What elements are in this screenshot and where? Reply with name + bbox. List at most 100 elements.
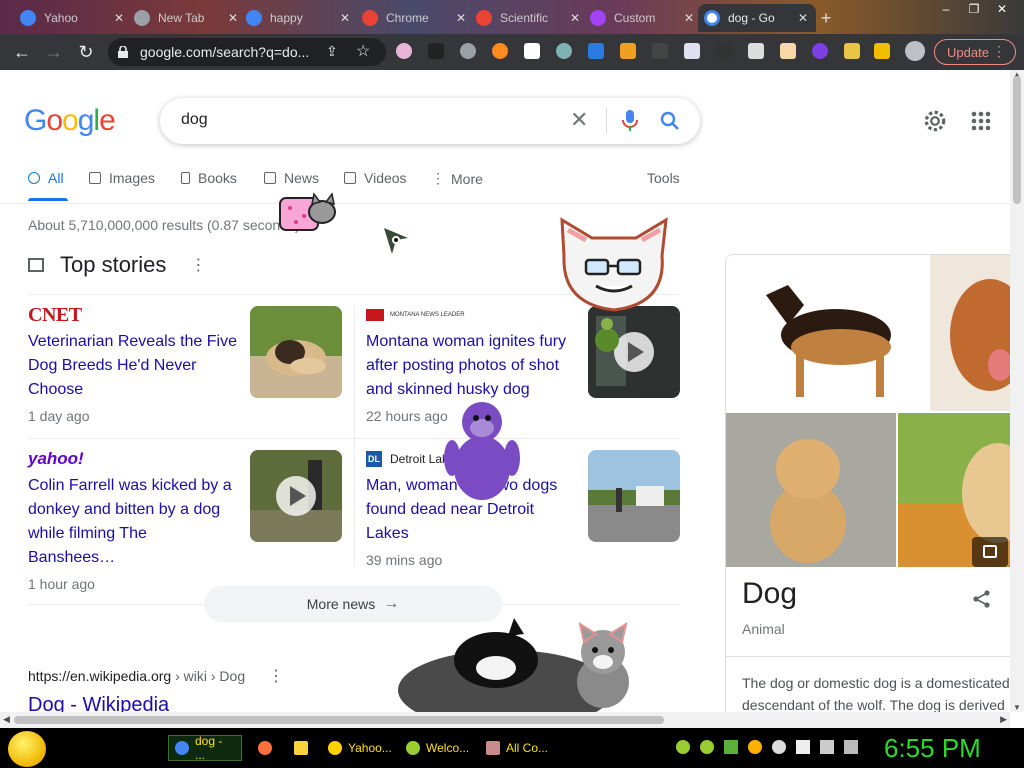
extension-icon[interactable] (460, 43, 476, 59)
story-thumbnail[interactable] (250, 450, 342, 542)
tab-videos[interactable]: Videos (344, 170, 407, 186)
more-vert-icon[interactable]: ⋮ (190, 255, 206, 275)
tray-bug-icon[interactable] (676, 740, 690, 754)
extension-icon[interactable] (588, 43, 604, 59)
scroll-right-icon[interactable]: ▶ (1000, 714, 1007, 725)
share-icon[interactable] (972, 589, 992, 609)
start-button[interactable] (8, 731, 46, 767)
horizontal-scrollbar[interactable]: ◀ ▶ (0, 712, 1010, 728)
close-icon[interactable]: ✕ (226, 11, 240, 25)
close-icon[interactable]: ✕ (682, 11, 696, 25)
extension-icon[interactable] (780, 43, 796, 59)
address-bar[interactable]: google.com/search?q=do... ⇪ ☆ (108, 38, 386, 66)
browser-tab[interactable]: Chrome ✕ (356, 4, 474, 32)
extension-icon[interactable] (748, 43, 764, 59)
dog-image[interactable] (930, 255, 1010, 411)
clock[interactable]: 6:55 PM (884, 733, 981, 764)
scroll-down-icon[interactable]: ▼ (1013, 703, 1021, 712)
result-url[interactable]: https://en.wikipedia.org › wiki › Dog (28, 668, 245, 684)
restore-icon[interactable]: ❐ (962, 2, 986, 16)
vertical-scrollbar[interactable]: ▲ ▼ (1010, 70, 1024, 712)
story-title[interactable]: Veterinarian Reveals the Five Dog Breeds… (28, 330, 238, 402)
tray-search-icon[interactable] (748, 740, 762, 754)
news-story[interactable]: DLDetroit Lakes Man, woman and two dogs … (366, 450, 682, 568)
puzzle-extensions-icon[interactable] (844, 43, 860, 59)
search-box[interactable]: dog ✕ (160, 98, 700, 144)
taskbar-item-yahoo[interactable]: Yahoo... (322, 735, 396, 761)
apps-grid-icon[interactable] (970, 110, 992, 132)
taskbar-item-folder[interactable] (288, 735, 320, 761)
taskbar-item-all[interactable]: All Co... (480, 735, 554, 761)
scroll-left-icon[interactable]: ◀ (3, 714, 10, 725)
more-images-button[interactable] (972, 537, 1008, 567)
story-thumbnail[interactable] (588, 450, 680, 542)
close-icon[interactable]: ✕ (568, 11, 582, 25)
volume-icon[interactable] (844, 740, 858, 754)
close-icon[interactable]: ✕ (112, 11, 126, 25)
minimize-icon[interactable]: – (934, 2, 958, 16)
close-icon[interactable]: ✕ (796, 11, 810, 25)
extension-icon[interactable] (492, 43, 508, 59)
browser-tab[interactable]: Scientific ✕ (470, 4, 588, 32)
google-logo[interactable]: Google (24, 104, 116, 138)
more-vert-icon[interactable]: ⋮ (268, 666, 284, 686)
taskbar-item-welcome[interactable]: Welco... (400, 735, 476, 761)
browser-tab[interactable]: New Tab ✕ (128, 4, 246, 32)
extension-icon[interactable] (812, 43, 828, 59)
story-thumbnail[interactable] (250, 306, 342, 398)
gear-icon[interactable] (922, 108, 948, 134)
bookmark-star-icon[interactable]: ☆ (356, 41, 370, 61)
news-story[interactable]: yahoo! Colin Farrell was kicked by a don… (28, 449, 344, 592)
tray-app-icon[interactable] (724, 740, 738, 754)
browser-tab[interactable]: happy ✕ (240, 4, 358, 32)
forward-icon[interactable]: → (42, 40, 66, 64)
dog-image[interactable] (726, 255, 928, 411)
scroll-thumb[interactable] (14, 716, 664, 724)
search-input[interactable]: dog (181, 111, 208, 129)
extension-icon[interactable] (716, 43, 732, 59)
result-title[interactable]: Dog - Wikipedia (28, 694, 169, 712)
extension-icon[interactable] (684, 43, 700, 59)
taskbar-item-firefox[interactable] (252, 735, 284, 761)
search-icon[interactable] (659, 110, 681, 132)
extension-icon[interactable] (652, 43, 668, 59)
close-icon[interactable]: ✕ (338, 11, 352, 25)
extension-icon[interactable] (620, 43, 636, 59)
news-story[interactable]: MONTANA NEWS LEADER Montana woman ignite… (366, 306, 682, 424)
tools-button[interactable]: Tools (647, 170, 680, 186)
story-title[interactable]: Montana woman ignites fury after posting… (366, 330, 576, 402)
tab-news[interactable]: News (264, 170, 319, 186)
tray-flag-icon[interactable] (796, 740, 810, 754)
side-panel-icon[interactable] (874, 43, 890, 59)
close-window-icon[interactable]: ✕ (990, 2, 1014, 16)
extension-icon[interactable] (524, 43, 540, 59)
tab-all[interactable]: All (28, 170, 64, 186)
extension-icon[interactable] (396, 43, 412, 59)
tray-app-icon[interactable] (772, 740, 786, 754)
update-button[interactable]: Update ⋮ (934, 39, 1016, 65)
news-story[interactable]: CNET Veterinarian Reveals the Five Dog B… (28, 304, 344, 424)
tab-images[interactable]: Images (89, 170, 155, 186)
browser-tab-active[interactable]: dog - Go ✕ (698, 4, 816, 32)
share-icon[interactable]: ⇪ (326, 43, 338, 60)
close-icon[interactable]: ✕ (454, 11, 468, 25)
reload-icon[interactable]: ↻ (74, 40, 98, 64)
dog-image[interactable] (726, 413, 896, 567)
taskbar-label: Welco... (426, 741, 470, 755)
story-title[interactable]: Colin Farrell was kicked by a donkey and… (28, 474, 238, 570)
extension-icon[interactable] (428, 43, 444, 59)
extension-icon[interactable] (556, 43, 572, 59)
network-icon[interactable] (820, 740, 834, 754)
tray-bug-icon[interactable] (700, 740, 714, 754)
mic-icon[interactable] (622, 110, 638, 132)
back-icon[interactable]: ← (10, 40, 34, 64)
scroll-thumb[interactable] (1013, 76, 1021, 204)
profile-avatar[interactable] (905, 41, 925, 61)
browser-tab[interactable]: Yahoo ✕ (14, 4, 132, 32)
taskbar-item-chrome[interactable]: dog - ... (168, 734, 242, 762)
browser-tab[interactable]: Custom ✕ (584, 4, 702, 32)
clear-icon[interactable]: ✕ (570, 107, 588, 133)
new-tab-button[interactable]: + (816, 8, 836, 28)
tab-more[interactable]: ⋮ More (431, 170, 483, 187)
tab-books[interactable]: Books (181, 170, 237, 186)
